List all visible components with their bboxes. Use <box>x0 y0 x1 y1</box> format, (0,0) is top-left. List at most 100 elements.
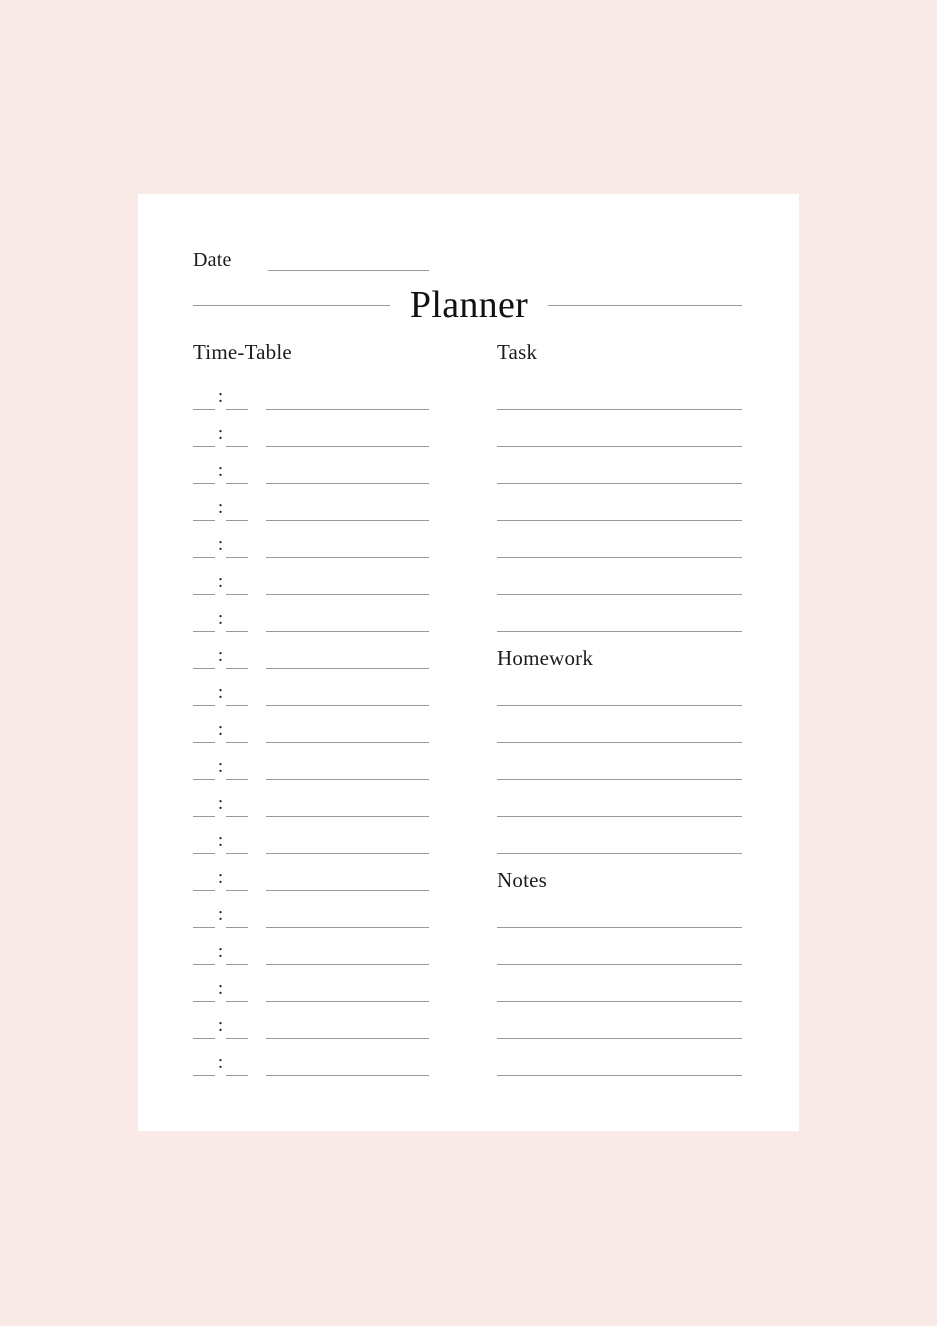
task-write-in-line[interactable] <box>497 594 742 595</box>
time-minute-blank[interactable] <box>226 1001 248 1002</box>
time-minute-blank[interactable] <box>226 557 248 558</box>
timetable-entry-line[interactable] <box>266 742 429 743</box>
timetable-entry-line[interactable] <box>266 964 429 965</box>
notes-write-in-line[interactable] <box>497 1038 742 1039</box>
notes-write-in-line[interactable] <box>497 927 742 928</box>
timetable-entry-line[interactable] <box>266 779 429 780</box>
time-minute-blank[interactable] <box>226 779 248 780</box>
time-input-slot[interactable]: : <box>193 423 248 447</box>
time-hour-blank[interactable] <box>193 816 215 817</box>
timetable-entry-line[interactable] <box>266 853 429 854</box>
time-minute-blank[interactable] <box>226 890 248 891</box>
task-write-in-line[interactable] <box>497 520 742 521</box>
timetable-entry-line[interactable] <box>266 1038 429 1039</box>
timetable-entry-line[interactable] <box>266 483 429 484</box>
timetable-entry-line[interactable] <box>266 446 429 447</box>
time-hour-blank[interactable] <box>193 594 215 595</box>
time-input-slot[interactable]: : <box>193 497 248 521</box>
date-write-in-line[interactable] <box>268 270 429 271</box>
time-input-slot[interactable]: : <box>193 941 248 965</box>
time-input-slot[interactable]: : <box>193 1052 248 1076</box>
timetable-entry-line[interactable] <box>266 594 429 595</box>
time-minute-blank[interactable] <box>226 705 248 706</box>
time-input-slot[interactable]: : <box>193 719 248 743</box>
task-write-in-line[interactable] <box>497 631 742 632</box>
time-minute-blank[interactable] <box>226 1038 248 1039</box>
time-minute-blank[interactable] <box>226 816 248 817</box>
homework-write-in-line[interactable] <box>497 853 742 854</box>
task-write-in-line[interactable] <box>497 446 742 447</box>
time-hour-blank[interactable] <box>193 446 215 447</box>
time-input-slot[interactable]: : <box>193 645 248 669</box>
title-band: Planner <box>193 281 742 331</box>
time-input-slot[interactable]: : <box>193 571 248 595</box>
time-hour-blank[interactable] <box>193 853 215 854</box>
time-minute-blank[interactable] <box>226 1075 248 1076</box>
time-minute-blank[interactable] <box>226 594 248 595</box>
time-input-slot[interactable]: : <box>193 608 248 632</box>
timetable-entry-line[interactable] <box>266 890 429 891</box>
time-hour-blank[interactable] <box>193 668 215 669</box>
time-minute-blank[interactable] <box>226 668 248 669</box>
time-minute-blank[interactable] <box>226 927 248 928</box>
time-hour-blank[interactable] <box>193 890 215 891</box>
homework-write-in-line[interactable] <box>497 816 742 817</box>
task-line-row <box>497 427 742 464</box>
timetable-entry-line[interactable] <box>266 816 429 817</box>
time-minute-blank[interactable] <box>226 631 248 632</box>
notes-write-in-line[interactable] <box>497 1075 742 1076</box>
timetable-entry-line[interactable] <box>266 705 429 706</box>
time-hour-blank[interactable] <box>193 927 215 928</box>
timetable-entry-line[interactable] <box>266 1075 429 1076</box>
time-hour-blank[interactable] <box>193 520 215 521</box>
time-hour-blank[interactable] <box>193 631 215 632</box>
time-input-slot[interactable]: : <box>193 830 248 854</box>
time-colon-separator: : <box>217 1015 224 1036</box>
timetable-entry-line[interactable] <box>266 668 429 669</box>
timetable-row: : <box>193 904 484 945</box>
time-input-slot[interactable]: : <box>193 867 248 891</box>
time-input-slot[interactable]: : <box>193 756 248 780</box>
time-minute-blank[interactable] <box>226 483 248 484</box>
time-minute-blank[interactable] <box>226 853 248 854</box>
time-colon-separator: : <box>217 1052 224 1073</box>
time-minute-blank[interactable] <box>226 742 248 743</box>
time-hour-blank[interactable] <box>193 409 215 410</box>
task-write-in-line[interactable] <box>497 483 742 484</box>
time-minute-blank[interactable] <box>226 964 248 965</box>
time-input-slot[interactable]: : <box>193 386 248 410</box>
time-input-slot[interactable]: : <box>193 978 248 1002</box>
time-input-slot[interactable]: : <box>193 904 248 928</box>
timetable-entry-line[interactable] <box>266 520 429 521</box>
time-hour-blank[interactable] <box>193 1075 215 1076</box>
homework-write-in-line[interactable] <box>497 705 742 706</box>
notes-line-row <box>497 945 742 982</box>
homework-write-in-line[interactable] <box>497 742 742 743</box>
time-hour-blank[interactable] <box>193 779 215 780</box>
time-hour-blank[interactable] <box>193 557 215 558</box>
timetable-entry-line[interactable] <box>266 927 429 928</box>
task-write-in-line[interactable] <box>497 409 742 410</box>
time-minute-blank[interactable] <box>226 520 248 521</box>
time-input-slot[interactable]: : <box>193 460 248 484</box>
time-hour-blank[interactable] <box>193 705 215 706</box>
time-hour-blank[interactable] <box>193 742 215 743</box>
time-input-slot[interactable]: : <box>193 793 248 817</box>
time-hour-blank[interactable] <box>193 1001 215 1002</box>
time-hour-blank[interactable] <box>193 483 215 484</box>
timetable-entry-line[interactable] <box>266 631 429 632</box>
timetable-entry-line[interactable] <box>266 409 429 410</box>
timetable-entry-line[interactable] <box>266 557 429 558</box>
time-input-slot[interactable]: : <box>193 682 248 706</box>
notes-write-in-line[interactable] <box>497 964 742 965</box>
timetable-entry-line[interactable] <box>266 1001 429 1002</box>
time-input-slot[interactable]: : <box>193 1015 248 1039</box>
homework-write-in-line[interactable] <box>497 779 742 780</box>
time-minute-blank[interactable] <box>226 409 248 410</box>
task-write-in-line[interactable] <box>497 557 742 558</box>
time-hour-blank[interactable] <box>193 964 215 965</box>
time-input-slot[interactable]: : <box>193 534 248 558</box>
time-hour-blank[interactable] <box>193 1038 215 1039</box>
notes-write-in-line[interactable] <box>497 1001 742 1002</box>
time-minute-blank[interactable] <box>226 446 248 447</box>
